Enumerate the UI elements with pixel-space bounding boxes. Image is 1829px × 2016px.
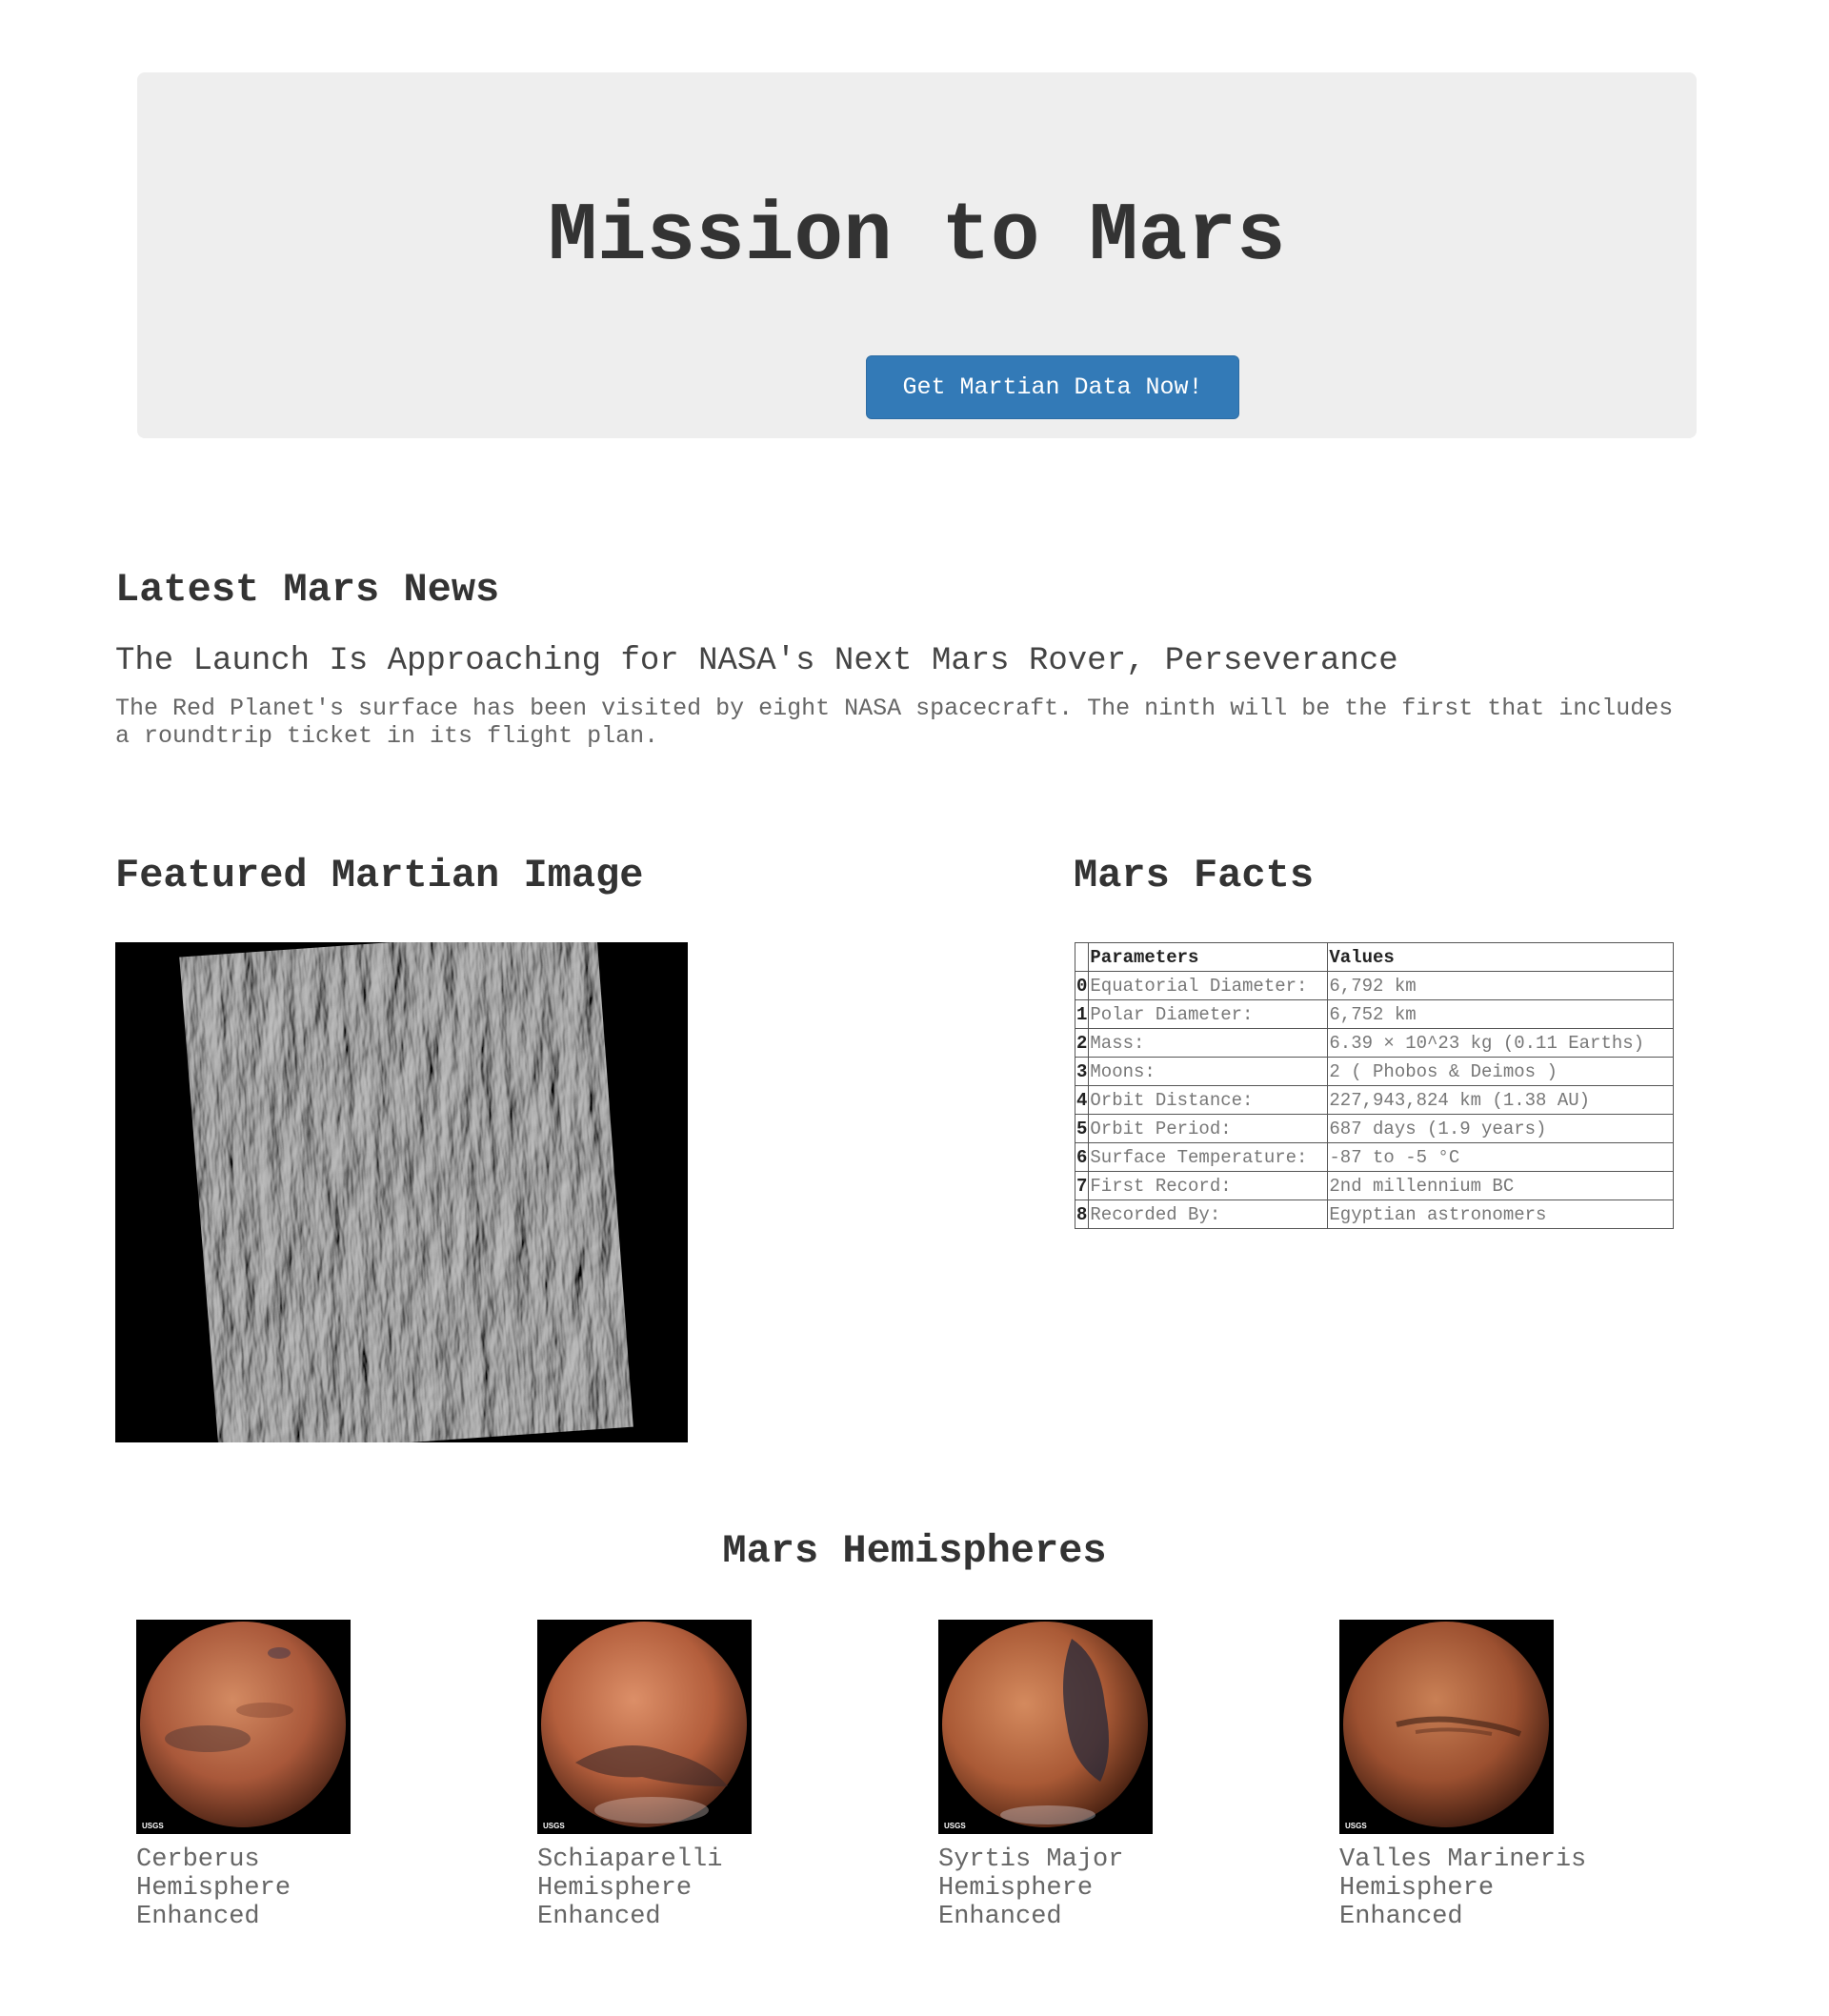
- fact-value: -87 to -5 °C: [1327, 1142, 1675, 1172]
- usgs-logo: USGS: [142, 1822, 164, 1830]
- jumbotron-header: Mission to Mars Get Martian Data Now!: [137, 72, 1697, 438]
- fact-parameter: Orbit Distance:: [1088, 1085, 1329, 1115]
- hemisphere-name: Enhanced: [136, 1903, 260, 1931]
- hemisphere-caption[interactable]: Syrtis Major Hemisphere Enhanced: [938, 1845, 1186, 1931]
- featured-image-title: Featured Martian Image: [115, 853, 644, 898]
- table-row: 6 Surface Temperature: -87 to -5 °C: [1074, 1142, 1675, 1172]
- dune-field-image: [115, 942, 688, 1442]
- featured-mars-image[interactable]: [115, 942, 688, 1442]
- fact-value: 2 ( Phobos & Deimos ): [1327, 1057, 1675, 1086]
- hemisphere-name: Hemisphere: [136, 1874, 291, 1903]
- mars-globe-image: USGS: [1339, 1620, 1554, 1834]
- facts-index-header: [1074, 942, 1090, 972]
- row-index: 6: [1074, 1142, 1090, 1172]
- row-index: 1: [1074, 999, 1090, 1029]
- news-teaser: The Red Planet's surface has been visite…: [115, 695, 1674, 750]
- row-index: 2: [1074, 1028, 1090, 1058]
- table-row: 5 Orbit Period: 687 days (1.9 years): [1074, 1114, 1675, 1143]
- fact-parameter: Mass:: [1088, 1028, 1329, 1058]
- page: Mission to Mars Get Martian Data Now! La…: [0, 0, 1829, 2016]
- fact-parameter: Surface Temperature:: [1088, 1142, 1329, 1172]
- row-index: 7: [1074, 1171, 1090, 1200]
- usgs-logo: USGS: [944, 1822, 966, 1830]
- hemisphere-thumbnail[interactable]: USGS: [938, 1620, 1153, 1834]
- table-row: 7 First Record: 2nd millennium BC: [1074, 1171, 1675, 1200]
- hemisphere-caption[interactable]: Valles Marineris Hemisphere Enhanced: [1339, 1845, 1587, 1931]
- table-row: 3 Moons: 2 ( Phobos & Deimos ): [1074, 1057, 1675, 1086]
- fact-parameter: Recorded By:: [1088, 1200, 1329, 1229]
- hemisphere-name: Cerberus: [136, 1845, 260, 1874]
- fact-value: 6,792 km: [1327, 971, 1675, 1000]
- hemisphere-card[interactable]: USGS Schiaparelli Hemisphere Enhanced: [537, 1620, 823, 1931]
- hemisphere-name: Hemisphere: [537, 1874, 693, 1903]
- news-section-title: Latest Mars News: [115, 567, 500, 613]
- fact-parameter: Orbit Period:: [1088, 1114, 1329, 1143]
- hemisphere-name: Syrtis Major: [938, 1845, 1124, 1874]
- row-index: 5: [1074, 1114, 1090, 1143]
- row-index: 8: [1074, 1200, 1090, 1229]
- hemispheres-header: Mars Hemispheres: [0, 1531, 1829, 1571]
- scrape-data-button[interactable]: Get Martian Data Now!: [866, 355, 1239, 419]
- hemisphere-caption[interactable]: Cerberus Hemisphere Enhanced: [136, 1845, 384, 1931]
- mars-globe-image: USGS: [537, 1620, 752, 1834]
- news-headline: The Launch Is Approaching for NASA's Nex…: [115, 643, 1398, 679]
- fact-parameter: Polar Diameter:: [1088, 999, 1329, 1029]
- hemisphere-thumbnail[interactable]: USGS: [1339, 1620, 1554, 1834]
- hemisphere-name: Schiaparelli: [537, 1845, 723, 1874]
- fact-value: 6.39 × 10^23 kg (0.11 Earths): [1327, 1028, 1675, 1058]
- table-row: 8 Recorded By: Egyptian astronomers: [1074, 1200, 1675, 1229]
- hemisphere-card[interactable]: USGS Syrtis Major Hemisphere Enhanced: [938, 1620, 1224, 1931]
- hemisphere-name: Enhanced: [1339, 1903, 1463, 1931]
- row-index: 3: [1074, 1057, 1090, 1086]
- fact-value: 2nd millennium BC: [1327, 1171, 1675, 1200]
- fact-parameter: First Record:: [1088, 1171, 1329, 1200]
- facts-column-header: Parameters: [1088, 942, 1329, 972]
- hemispheres-title: Mars Hemispheres: [722, 1528, 1107, 1574]
- usgs-logo: USGS: [543, 1822, 565, 1830]
- hemisphere-thumbnail[interactable]: USGS: [537, 1620, 752, 1834]
- fact-parameter: Moons:: [1088, 1057, 1329, 1086]
- hemisphere-name: Valles Marineris: [1339, 1845, 1587, 1874]
- facts-header-row: Parameters Values: [1074, 942, 1675, 972]
- mars-facts-table: Parameters Values 0 Equatorial Diameter: 6…: [1074, 942, 1675, 1229]
- table-row: 0 Equatorial Diameter: 6,792 km: [1074, 971, 1675, 1000]
- page-title: Mission to Mars: [548, 190, 1286, 283]
- hemisphere-name: Enhanced: [537, 1903, 661, 1931]
- row-index: 0: [1074, 971, 1090, 1000]
- fact-parameter: Equatorial Diameter:: [1088, 971, 1329, 1000]
- mars-globe-image: USGS: [136, 1620, 351, 1834]
- table-row: 1 Polar Diameter: 6,752 km: [1074, 999, 1675, 1029]
- fact-value: 687 days (1.9 years): [1327, 1114, 1675, 1143]
- fact-value: 227,943,824 km (1.38 AU): [1327, 1085, 1675, 1115]
- mars-globe-image: USGS: [938, 1620, 1153, 1834]
- mars-facts-title: Mars Facts: [1074, 853, 1315, 898]
- hemisphere-card[interactable]: USGS Cerberus Hemisphere Enhanced: [136, 1620, 422, 1931]
- table-row: 2 Mass: 6.39 × 10^23 kg (0.11 Earths): [1074, 1028, 1675, 1058]
- hemisphere-card[interactable]: USGS Valles Marineris Hemisphere Enhance…: [1339, 1620, 1625, 1931]
- row-index: 4: [1074, 1085, 1090, 1115]
- hemisphere-name: Hemisphere: [938, 1874, 1094, 1903]
- fact-value: 6,752 km: [1327, 999, 1675, 1029]
- usgs-logo: USGS: [1345, 1822, 1367, 1830]
- table-row: 4 Orbit Distance: 227,943,824 km (1.38 AU): [1074, 1085, 1675, 1115]
- hemisphere-name: Enhanced: [938, 1903, 1062, 1931]
- hemisphere-name: Hemisphere: [1339, 1874, 1495, 1903]
- hemisphere-caption[interactable]: Schiaparelli Hemisphere Enhanced: [537, 1845, 785, 1931]
- fact-value: Egyptian astronomers: [1327, 1200, 1675, 1229]
- hemisphere-thumbnail[interactable]: USGS: [136, 1620, 351, 1834]
- facts-column-header: Values: [1327, 942, 1675, 972]
